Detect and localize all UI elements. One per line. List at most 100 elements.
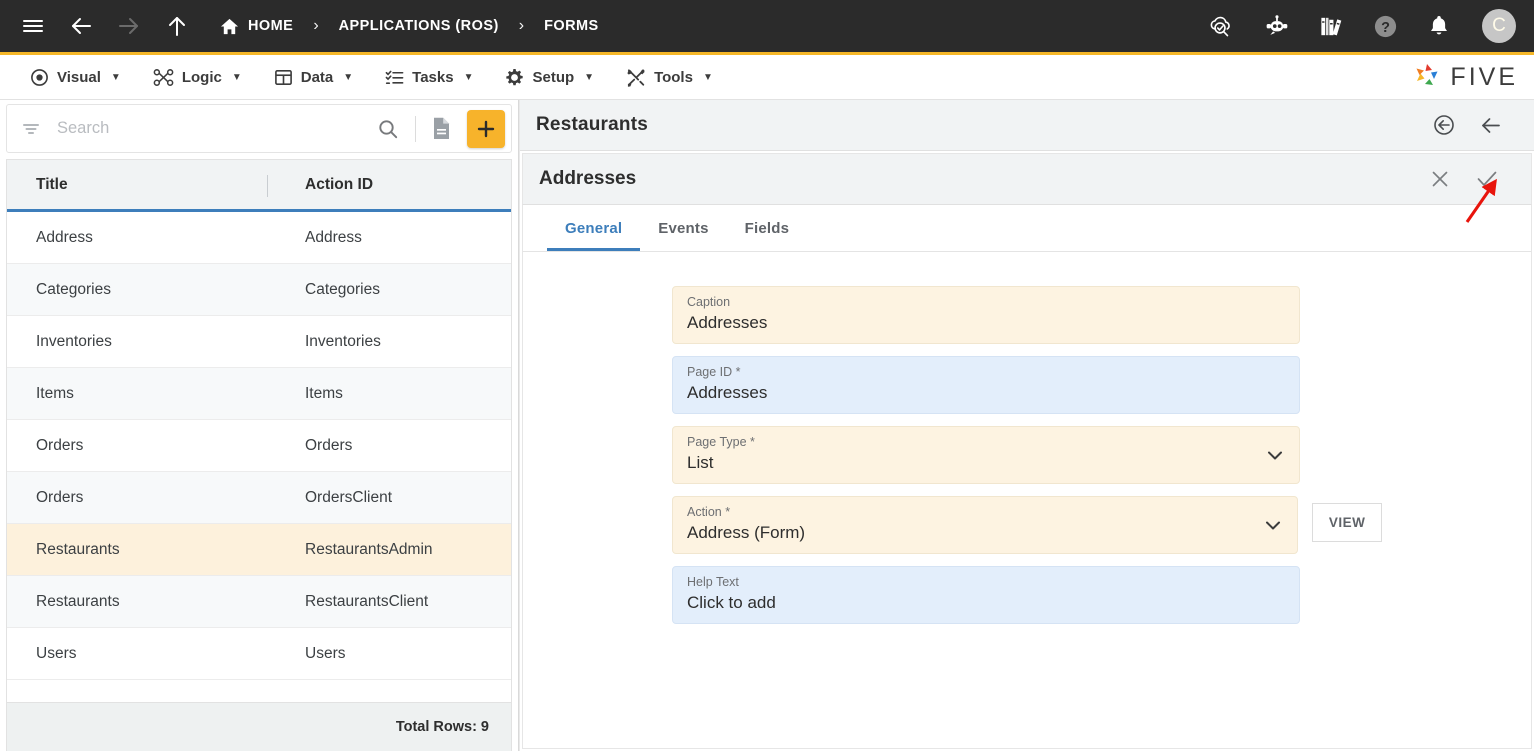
- column-header-action-id[interactable]: Action ID: [277, 160, 511, 209]
- cell-action-id: Items: [305, 384, 343, 402]
- field-value-caption: Addresses: [687, 313, 768, 332]
- panel-header: Restaurants: [520, 100, 1534, 151]
- field-value-page-id: Addresses: [687, 383, 768, 402]
- breadcrumb-label-home: HOME: [248, 18, 294, 34]
- arrow-up-icon[interactable]: [164, 13, 190, 39]
- chevron-down-icon[interactable]: [1265, 445, 1285, 465]
- cell-title: Restaurants: [36, 592, 120, 610]
- search-bar: [6, 104, 512, 153]
- menu-label-logic: Logic: [181, 68, 222, 86]
- table-row-empty: [7, 680, 511, 702]
- hamburger-icon[interactable]: [20, 13, 46, 39]
- menu-item-logic[interactable]: Logic ▼: [137, 55, 258, 100]
- svg-text:?: ?: [1381, 19, 1390, 35]
- robot-chat-icon[interactable]: [1262, 12, 1291, 41]
- books-library-icon[interactable]: [1318, 13, 1345, 40]
- application-menu-bar: Visual ▼ Logic ▼ Data ▼ Tasks ▼ Setup ▼ …: [0, 55, 1534, 100]
- form-field-row: Action * Address (Form) VIEW: [672, 496, 1382, 554]
- add-form-button[interactable]: [467, 109, 505, 148]
- form-fields-area: Caption Addresses Page ID * Addresses Page T…: [522, 252, 1532, 749]
- menu-item-visual[interactable]: Visual ▼: [14, 55, 137, 100]
- field-action[interactable]: Action * Address (Form): [672, 496, 1299, 554]
- breadcrumb-item-forms[interactable]: FORMS: [540, 18, 603, 34]
- table-row[interactable]: Items Items: [7, 368, 511, 420]
- breadcrumb-separator-1: ›: [313, 17, 319, 34]
- chevron-down-icon: ▼: [584, 71, 595, 83]
- field-label-action: Action *: [687, 505, 731, 519]
- revert-circle-icon[interactable]: [1421, 113, 1467, 137]
- cell-action-id: Users: [305, 644, 346, 662]
- cloud-check-search-icon[interactable]: [1206, 12, 1235, 41]
- task-list-icon: [385, 68, 404, 87]
- breadcrumb-item-home[interactable]: HOME: [216, 17, 297, 36]
- table-row[interactable]: Users Users: [7, 628, 511, 680]
- breadcrumb-separator-2: ›: [518, 17, 525, 34]
- confirm-check-icon[interactable]: [1463, 167, 1511, 191]
- field-caption[interactable]: Caption Addresses: [672, 286, 1300, 344]
- table-row[interactable]: Restaurants RestaurantsClient: [7, 576, 511, 628]
- grid-footer: Total Rows: 9: [6, 702, 512, 751]
- menu-item-setup[interactable]: Setup ▼: [489, 55, 610, 100]
- cell-title: Items: [36, 384, 74, 402]
- document-icon[interactable]: [422, 116, 461, 141]
- filter-icon[interactable]: [21, 119, 41, 139]
- home-icon: [220, 17, 239, 36]
- menu-label-setup: Setup: [532, 68, 575, 86]
- five-wordmark: FIVE: [1450, 62, 1518, 91]
- field-page-type[interactable]: Page Type * List: [672, 426, 1300, 484]
- breadcrumb-item-applications[interactable]: APPLICATIONS (ROS): [335, 18, 503, 34]
- cell-title: Orders: [36, 488, 84, 506]
- field-value-page-type: List: [687, 453, 714, 472]
- top-navigation-bar: HOME › APPLICATIONS (ROS) › FORMS ? C: [0, 0, 1534, 55]
- menu-item-tasks[interactable]: Tasks ▼: [369, 55, 489, 100]
- search-icon[interactable]: [367, 118, 409, 140]
- cell-action-id: RestaurantsClient: [305, 592, 429, 610]
- close-icon[interactable]: [1417, 168, 1463, 190]
- forms-grid: Title Action ID Address Address Categories…: [6, 159, 512, 702]
- table-row[interactable]: Inventories Inventories: [7, 316, 511, 368]
- menu-item-tools[interactable]: Tools ▼: [610, 55, 729, 100]
- field-value-action: Address (Form): [687, 523, 806, 542]
- table-row[interactable]: Orders Orders: [7, 420, 511, 472]
- form-fields-list: Caption Addresses Page ID * Addresses Page T…: [672, 286, 1382, 636]
- grid-header-row: Title Action ID: [7, 160, 511, 212]
- form-field-row: Help Text Click to add: [672, 566, 1382, 624]
- chevron-down-icon[interactable]: [1263, 515, 1283, 535]
- table-row[interactable]: Address Address: [7, 212, 511, 264]
- cell-title: Orders: [36, 436, 84, 454]
- form-tabs: General Events Fields: [522, 205, 1532, 252]
- search-input[interactable]: [57, 119, 367, 138]
- table-row[interactable]: Categories Categories: [7, 264, 511, 316]
- tab-general[interactable]: General: [547, 220, 641, 251]
- tab-events[interactable]: Events: [640, 220, 726, 251]
- forms-list-panel: Title Action ID Address Address Categories…: [0, 100, 519, 751]
- notifications-bell-icon[interactable]: [1426, 13, 1452, 39]
- user-avatar[interactable]: C: [1482, 9, 1516, 43]
- field-label-caption: Caption: [687, 295, 731, 309]
- menu-item-data[interactable]: Data ▼: [258, 55, 369, 100]
- field-page-id[interactable]: Page ID * Addresses: [672, 356, 1300, 414]
- cell-title: Inventories: [36, 332, 112, 350]
- grid-body: Address Address Categories Categories Invent…: [7, 212, 511, 702]
- chevron-down-icon: ▼: [463, 71, 474, 83]
- column-header-title[interactable]: Title: [7, 160, 277, 209]
- table-grid-icon: [274, 68, 293, 87]
- chevron-down-icon: ▼: [110, 71, 121, 83]
- table-row[interactable]: Restaurants RestaurantsAdmin: [7, 524, 511, 576]
- table-row[interactable]: Orders OrdersClient: [7, 472, 511, 524]
- cell-action-id: Orders: [305, 436, 353, 454]
- field-label-page-type: Page Type *: [687, 435, 755, 449]
- chevron-down-icon: ▼: [702, 71, 713, 83]
- help-icon[interactable]: ?: [1372, 13, 1399, 40]
- chevron-down-icon: ▼: [231, 71, 242, 83]
- arrow-left-icon[interactable]: [68, 13, 94, 39]
- form-subheader: Addresses: [522, 153, 1532, 205]
- flow-nodes-icon: [153, 68, 174, 87]
- arrow-right-icon[interactable]: [116, 13, 142, 39]
- field-help-text[interactable]: Help Text Click to add: [672, 566, 1300, 624]
- menu-label-visual: Visual: [57, 68, 101, 86]
- tab-fields[interactable]: Fields: [727, 220, 808, 251]
- view-button[interactable]: VIEW: [1312, 503, 1382, 542]
- back-arrow-icon[interactable]: [1467, 113, 1514, 138]
- form-field-row: Page ID * Addresses: [672, 356, 1382, 414]
